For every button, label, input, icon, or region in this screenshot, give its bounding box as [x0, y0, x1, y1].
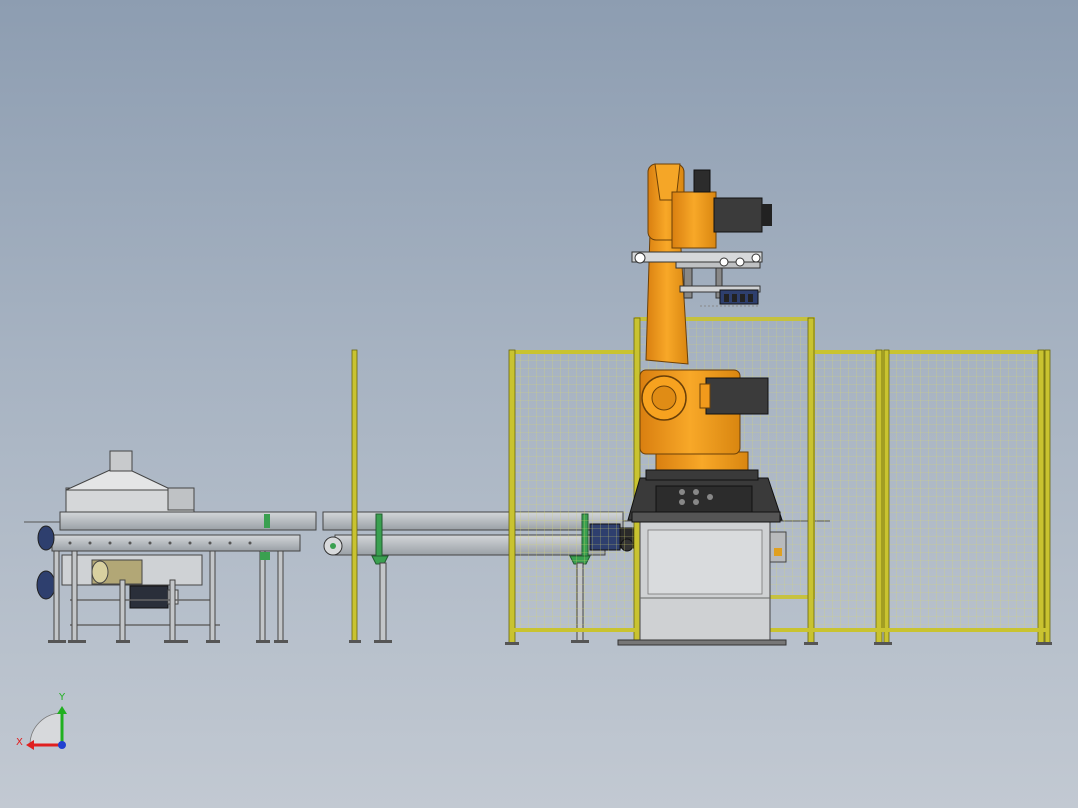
coordinate-triad: X Y [16, 692, 67, 750]
left-drive-motor-lower [36, 570, 56, 600]
gearbox-flange [91, 560, 109, 584]
cad-viewport[interactable]: X Y [0, 0, 1078, 808]
wrist-motor [713, 197, 763, 233]
pedestal-plate [617, 639, 787, 646]
machine-hood [65, 469, 173, 491]
triad-z-axis [58, 741, 66, 749]
machine-feet [48, 640, 288, 643]
machine-tag-green-2 [264, 514, 270, 528]
left-drive-motor-upper [37, 525, 55, 551]
axis2-motor [705, 377, 769, 415]
machine-tag-green [260, 552, 270, 560]
fence-post-standalone [351, 349, 358, 643]
robot-pedestal[interactable] [617, 521, 787, 646]
machine-motor [129, 585, 169, 609]
exhaust-stack [109, 450, 133, 472]
fence-panel-right [882, 350, 1046, 632]
fence-panel-middle [808, 350, 884, 632]
machine-side-panel [167, 487, 195, 511]
fence-panel-left [510, 350, 638, 632]
triad-y-label: Y [58, 692, 66, 703]
triad-plane-icon [29, 712, 63, 746]
processing-machine[interactable] [24, 450, 317, 643]
robot-upper-arm [671, 191, 717, 249]
safety-fence[interactable] [505, 317, 1052, 645]
machine-top-rail [59, 511, 317, 531]
triad-x-label: X [16, 737, 23, 748]
